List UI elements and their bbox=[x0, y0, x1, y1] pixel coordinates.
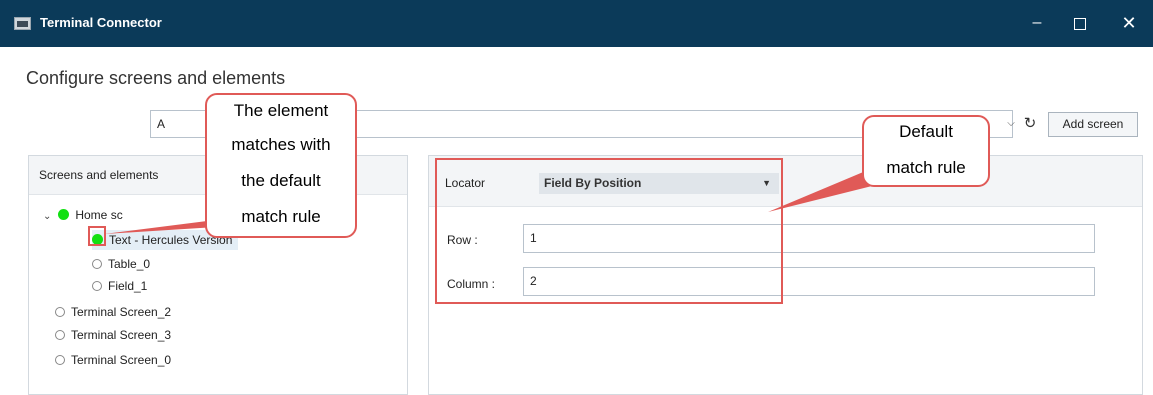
left-callout-line-3: the default bbox=[241, 171, 321, 190]
callout-pointers bbox=[104, 170, 872, 234]
right-callout: Default match rule bbox=[862, 115, 990, 187]
left-callout-line-1: The element bbox=[233, 101, 329, 120]
left-callout: The element matches with the default mat… bbox=[205, 93, 357, 238]
right-callout-line-1: Default bbox=[899, 122, 953, 141]
left-callout-line-4: match rule bbox=[241, 207, 321, 226]
right-callout-line-2: match rule bbox=[886, 158, 966, 177]
right-callout-pointer bbox=[768, 170, 872, 212]
left-callout-line-2: matches with bbox=[231, 135, 331, 154]
